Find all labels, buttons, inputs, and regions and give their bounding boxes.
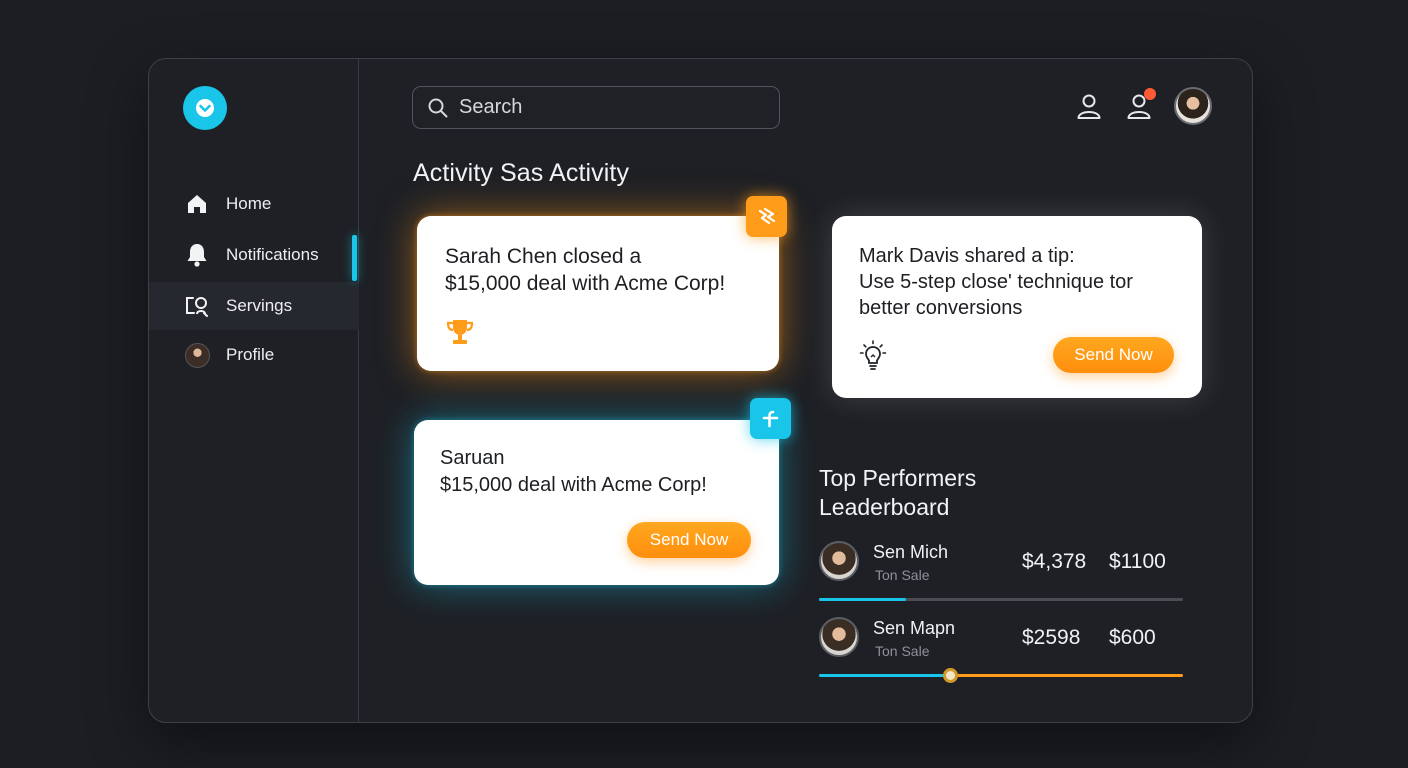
progress-fill (819, 598, 907, 601)
avatar (184, 342, 210, 368)
sidebar-item-servings[interactable]: Servings (149, 282, 359, 330)
plus-icon (762, 410, 778, 427)
performer-value-secondary: $1100 (1109, 550, 1166, 573)
sidebar-item-home[interactable]: Home (149, 180, 359, 228)
progress-remaining (950, 674, 1183, 677)
leaderboard-title: Top Performers Leaderboard (819, 465, 977, 520)
card-text-line: Mark Davis shared a tip: (859, 245, 1075, 267)
chevron-down-icon (196, 99, 214, 117)
activity-card-tip[interactable]: Mark Davis shared a tip: Use 5-step clos… (832, 216, 1202, 398)
app-logo[interactable] (183, 86, 227, 130)
sidebar-item-label: Home (226, 194, 272, 213)
send-now-button[interactable]: Send Now (627, 522, 751, 558)
home-icon (184, 191, 210, 217)
trophy-icon (444, 317, 476, 352)
card-text-line: $15,000 deal with Acme Corp! (445, 272, 726, 295)
performer-name: Sen Mapn (873, 618, 956, 638)
search-input[interactable] (459, 96, 759, 119)
performer-name: Sen Mich (873, 542, 949, 562)
active-indicator (352, 235, 357, 281)
sidebar-item-profile[interactable]: Profile (149, 331, 359, 379)
sidebar-item-notifications[interactable]: Notifications (149, 231, 359, 279)
card-text-line: better conversions (859, 297, 1023, 319)
sidebar-item-label: Profile (226, 345, 275, 364)
card-badge (750, 398, 791, 439)
performer-subtitle: Ton Sale (875, 643, 930, 659)
sidebar: Home Notifications Servings Profile (149, 59, 359, 722)
activity-card-deal[interactable]: Sarah Chen closed a $15,000 deal with Ac… (417, 216, 779, 371)
notifications-user-icon[interactable] (1124, 88, 1156, 122)
slider-handle[interactable] (943, 668, 959, 683)
sidebar-item-label: Servings (226, 296, 293, 315)
lightbulb-icon (859, 340, 887, 377)
page-title: Activity Sas Activity (413, 159, 630, 187)
performer-subtitle: Ton Sale (875, 567, 930, 583)
card-text-line: Sarah Chen closed a (445, 245, 642, 268)
bolt-icon (758, 207, 775, 224)
send-now-button[interactable]: Send Now (1053, 337, 1174, 373)
user-avatar[interactable] (1174, 87, 1212, 125)
user-icon[interactable] (1074, 92, 1104, 122)
leaderboard-row[interactable]: Sen Mich Ton Sale $4,378 $1100 (819, 541, 1183, 611)
card-text-line: Saruan (440, 447, 505, 469)
settings-icon (184, 293, 210, 319)
card-text-line: $15,000 deal with Acme Corp! (440, 474, 707, 496)
card-text-line: Use 5-step close' technique tor (859, 271, 1133, 293)
avatar (819, 541, 859, 581)
activity-card-deal-secondary[interactable]: Saruan $15,000 deal with Acme Corp! Send… (414, 420, 779, 585)
app-window: Home Notifications Servings Profile Sear… (148, 58, 1253, 723)
progress-slider[interactable] (819, 668, 1183, 683)
progress-track (819, 598, 1183, 601)
avatar (819, 617, 859, 657)
card-badge (746, 196, 787, 237)
performer-value-primary: $2598 (1022, 626, 1081, 649)
notification-dot (1144, 88, 1156, 100)
sidebar-item-label: Notifications (226, 245, 319, 264)
leaderboard-row[interactable]: Sen Mapn Ton Sale $2598 $600 (819, 617, 1183, 687)
performer-value-primary: $4,378 (1022, 550, 1087, 573)
progress-fill (819, 674, 951, 677)
search-bar[interactable] (412, 86, 780, 129)
search-icon (428, 98, 448, 117)
performer-value-secondary: $600 (1109, 626, 1156, 649)
bell-icon (184, 242, 210, 268)
